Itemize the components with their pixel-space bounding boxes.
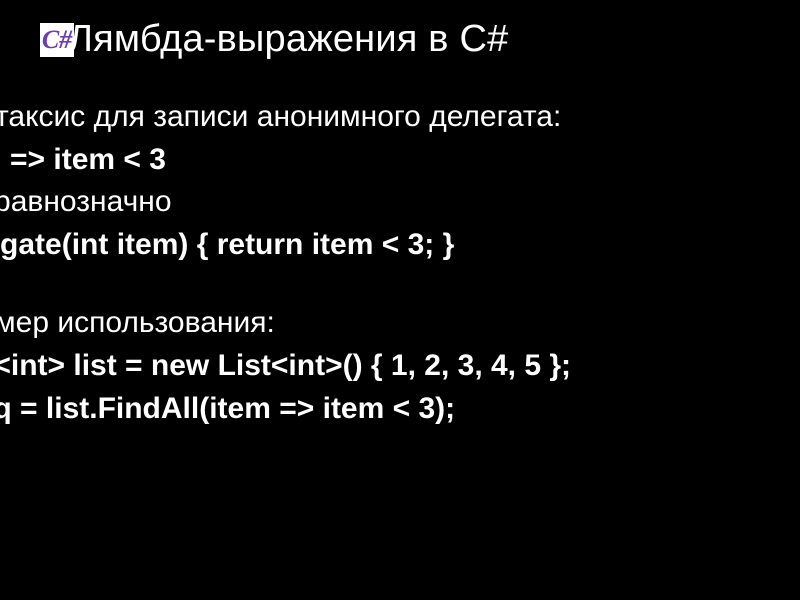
text-line: что равнозначно: [0, 181, 800, 224]
csharp-logo-text: C#: [42, 27, 72, 53]
code-line: item => item < 3: [0, 139, 800, 182]
code-line: delegate(int item) { return item < 3; }: [0, 224, 800, 267]
title-row: C# Лямбда-выражения в C#: [40, 18, 780, 61]
slide-body: Синтаксис для записи анонимного делегата…: [0, 96, 800, 430]
text-line: Синтаксис для записи анонимного делегата…: [0, 96, 800, 139]
code-line: List<int> list = new List<int>() { 1, 2,…: [0, 345, 800, 388]
spacer: [0, 266, 800, 302]
slide-title: Лямбда-выражения в C#: [68, 18, 508, 61]
text-line: Пример использования:: [0, 302, 800, 345]
code-line: var q = list.FindAll(item => item < 3);: [0, 388, 800, 431]
csharp-logo-icon: C#: [40, 23, 74, 57]
slide: C# Лямбда-выражения в C# Синтаксис для з…: [0, 0, 800, 600]
